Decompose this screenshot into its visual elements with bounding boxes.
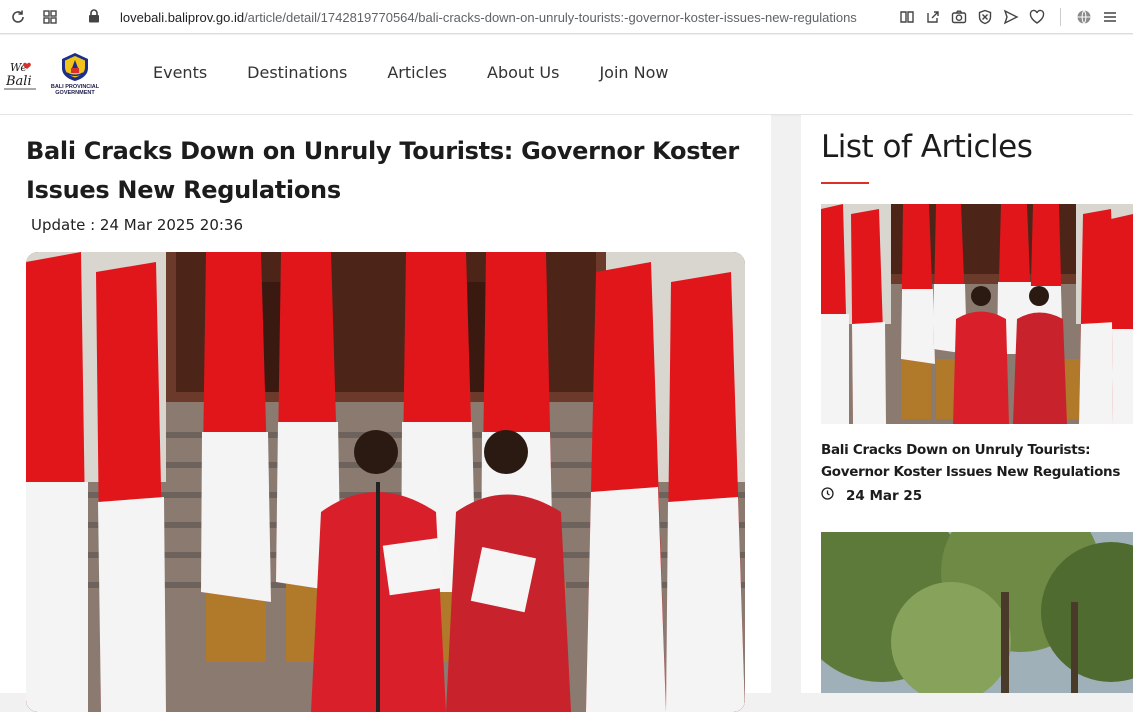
articles-sidebar: List of Articles Bali Cracks Down on Unr… <box>801 115 1133 693</box>
sidebar-title: List of Articles <box>821 129 1033 165</box>
browser-toolbar: lovebali.baliprov.go.id/article/detail/1… <box>0 0 1133 34</box>
sidebar-article-title[interactable]: Bali Cracks Down on Unruly Tourists: Gov… <box>821 439 1126 483</box>
site-header: We Bali BALI PROVINCIAL GOVERNMENT Event… <box>0 35 1133 114</box>
nav-item-articles[interactable]: Articles <box>387 63 447 82</box>
send-icon[interactable] <box>1002 8 1020 26</box>
article-hero-image <box>26 252 745 712</box>
main-nav: Events Destinations Articles About Us Jo… <box>153 63 668 82</box>
nav-item-join-now[interactable]: Join Now <box>599 63 668 82</box>
clock-icon <box>821 487 834 505</box>
heart-icon[interactable] <box>1028 8 1046 26</box>
gov-label-line2: GOVERNMENT <box>55 90 95 96</box>
url-path: /article/detail/1742819770564/bali-crack… <box>244 9 857 25</box>
nav-item-destinations[interactable]: Destinations <box>247 63 347 82</box>
toolbar-divider <box>1060 8 1061 26</box>
welovebali-logo[interactable]: We Bali <box>2 59 38 93</box>
nav-item-about-us[interactable]: About Us <box>487 63 559 82</box>
address-bar[interactable]: lovebali.baliprov.go.id/article/detail/1… <box>88 0 857 34</box>
sidebar-article-thumbnail[interactable] <box>821 204 1133 424</box>
globe-icon[interactable] <box>1075 8 1093 26</box>
sidebar-article-date: 24 Mar 25 <box>846 488 923 504</box>
block-icon[interactable] <box>976 8 994 26</box>
share-icon[interactable] <box>924 8 942 26</box>
menu-icon[interactable] <box>1101 8 1119 26</box>
logo-text-bali: Bali <box>5 74 32 89</box>
gov-logo-label: BALI PROVINCIAL GOVERNMENT <box>50 84 100 96</box>
article-card: Bali Cracks Down on Unruly Tourists: Gov… <box>0 115 771 712</box>
article-title: Bali Cracks Down on Unruly Tourists: Gov… <box>26 137 739 204</box>
article-update-time: Update : 24 Mar 2025 20:36 <box>31 216 244 234</box>
nav-item-events[interactable]: Events <box>153 63 207 82</box>
url-domain: lovebali.baliprov.go.id <box>120 9 245 25</box>
reader-mode-icon[interactable] <box>898 8 916 26</box>
reload-icon[interactable] <box>9 8 27 26</box>
lock-icon <box>88 8 104 26</box>
camera-icon[interactable] <box>950 8 968 26</box>
sidebar-title-underline <box>821 182 869 184</box>
sidebar-article-date-row: 24 Mar 25 <box>821 487 922 505</box>
tab-grid-icon[interactable] <box>41 8 59 26</box>
sidebar-article-thumbnail-2[interactable] <box>821 532 1133 693</box>
